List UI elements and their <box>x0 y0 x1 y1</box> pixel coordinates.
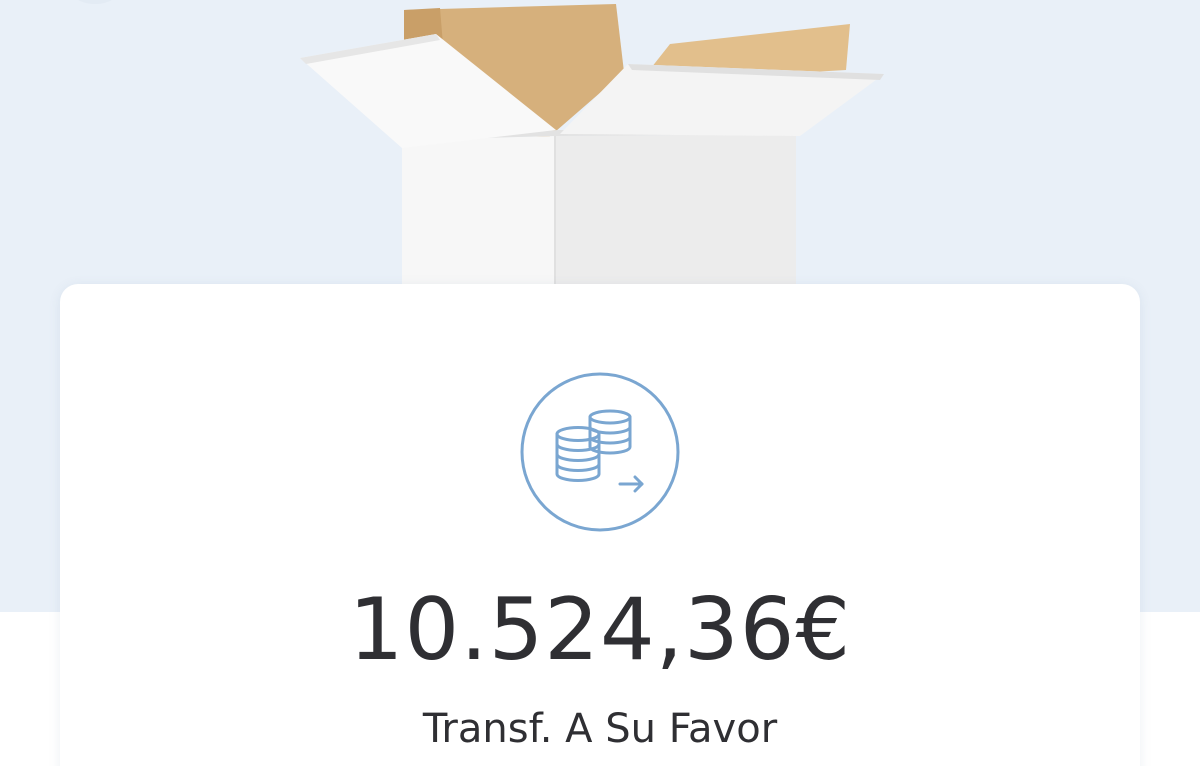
movement-detail-screen: 10.524,36€ Transf. A Su Favor <box>0 0 1200 766</box>
movement-concept: Transf. A Su Favor <box>422 706 778 752</box>
movement-card: 10.524,36€ Transf. A Su Favor <box>60 284 1140 766</box>
open-cardboard-box-icon <box>300 4 884 290</box>
coins-transfer-icon <box>520 372 680 532</box>
movement-amount: 10.524,36€ <box>348 580 852 680</box>
corner-decoration <box>60 0 130 4</box>
